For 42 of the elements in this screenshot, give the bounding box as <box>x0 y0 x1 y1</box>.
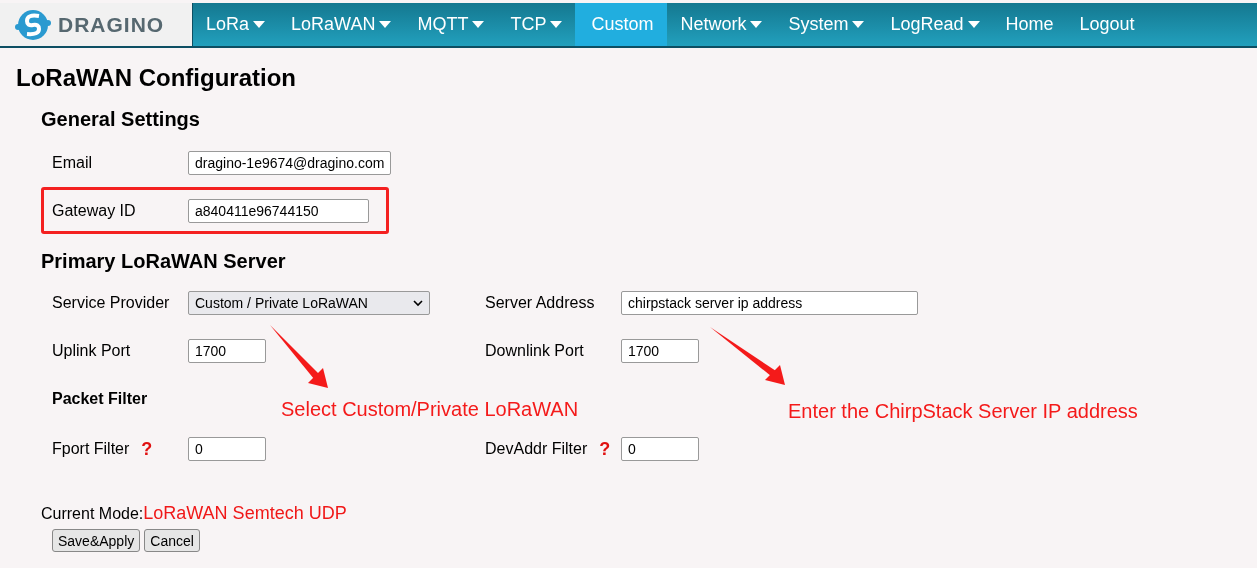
mode-label: Current Mode: <box>41 505 144 522</box>
field-label: Email <box>52 154 93 172</box>
field-label: Uplink Port <box>52 342 132 360</box>
nav-item[interactable]: LoRa <box>193 3 279 46</box>
nav-item[interactable]: Network <box>667 3 776 46</box>
page-title: LoRaWAN Configuration <box>16 64 297 92</box>
section-heading: Primary LoRaWAN Server <box>41 250 287 273</box>
cancel-button[interactable]: Cancel <box>144 529 200 552</box>
dropdown-field[interactable]: Custom / Private LoRaWAN <box>188 291 430 315</box>
field-label: Gateway ID <box>52 201 137 220</box>
logo-text: DRAGINO <box>58 12 165 37</box>
nav-item[interactable]: TCP <box>497 3 576 46</box>
field-label: Service Provider <box>52 294 171 312</box>
input-field[interactable]: 0 <box>188 437 266 461</box>
field-label: Server Address <box>485 294 596 312</box>
input-field[interactable]: 1700 <box>188 339 266 363</box>
input-field[interactable]: a840411e96744150 <box>188 198 369 223</box>
annotation-arrow <box>270 325 328 388</box>
input-field[interactable]: dragino-1e9674@dragino.com <box>188 151 392 175</box>
input-field[interactable]: 0 <box>621 437 699 461</box>
logo[interactable]: DRAGINO <box>0 3 193 46</box>
nav-item[interactable]: MQTT <box>404 3 498 46</box>
field-label: Fport Filter <box>52 440 130 458</box>
nav-item[interactable]: Logout <box>1066 3 1148 46</box>
annotation-text: Select Custom/Private LoRaWAN <box>281 398 579 421</box>
nav-item[interactable]: LogRead <box>877 3 993 46</box>
help-icon[interactable]: ? <box>141 438 153 460</box>
help-icon[interactable]: ? <box>599 438 611 460</box>
mode-value: LoRaWAN Semtech UDP <box>143 503 347 523</box>
input-field[interactable]: 1700 <box>621 339 699 363</box>
nav-item[interactable]: Custom <box>575 3 668 46</box>
nav-item[interactable]: LoRaWAN <box>278 3 405 46</box>
annotation-text: Enter the ChirpStack Server IP address <box>788 400 1138 423</box>
subsection-heading: Packet Filter <box>52 390 148 408</box>
nav-item[interactable]: Home <box>992 3 1067 46</box>
section-heading: General Settings <box>41 108 201 131</box>
nav-item[interactable]: System <box>775 3 878 46</box>
input-field[interactable]: chirpstack server ip address <box>621 291 918 315</box>
field-label: DevAddr Filter <box>485 440 588 458</box>
save-apply-button[interactable]: Save&Apply <box>52 529 141 552</box>
field-label: Downlink Port <box>485 342 585 360</box>
chevron-icon <box>413 299 423 307</box>
